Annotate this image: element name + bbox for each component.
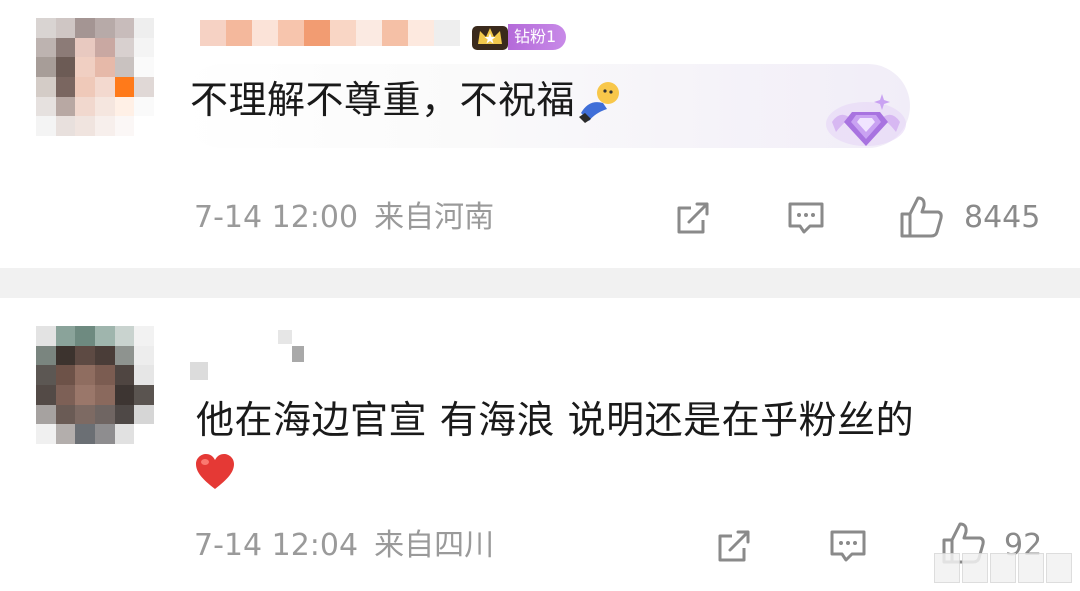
username[interactable] [190,330,304,380]
divider [0,268,1080,298]
watermark [934,553,1072,583]
comment-location: 来自河南 [374,200,495,235]
avatar[interactable] [36,326,154,444]
thumbs-up-icon[interactable] [898,194,946,240]
lying-down-emoji [579,81,620,123]
comment-meta: 7-14 12:04 来自四川 [194,526,494,566]
fan-level-badge[interactable]: 钻粉1 [508,24,567,50]
like-count: 8445 [964,200,1041,235]
comment-item: 他在海边官宣 有海浪 说明还是在乎粉丝的 7-14 12:04 来自四川 92 [0,298,1080,591]
share-icon[interactable] [673,198,713,238]
heart-emoji [196,454,234,489]
crown-badge-icon [472,26,508,50]
comment-item: 钻粉1 不理解不尊重，不祝福 7-14 12:00 来自河南 8445 [0,0,1080,268]
comment-text-content: 他在海边官宣 有海浪 说明还是在乎粉丝的 [196,398,915,442]
comment-location: 来自四川 [374,528,495,563]
username[interactable] [200,20,460,46]
comment-icon[interactable] [828,526,868,566]
comment-text: 不理解不尊重，不祝福 [190,74,623,127]
comment-meta: 7-14 12:00 来自河南 [194,198,494,238]
share-icon[interactable] [714,526,754,566]
avatar[interactable] [36,18,154,136]
comment-text-content: 不理解不尊重，不祝福 [190,78,576,122]
comment-icon[interactable] [786,198,826,238]
diamond-decoration-icon [826,94,906,146]
comment-time: 7-14 12:04 [194,528,359,563]
comment-text: 他在海边官宣 有海浪 说明还是在乎粉丝的 [196,394,1056,446]
comment-list: 钻粉1 不理解不尊重，不祝福 7-14 12:00 来自河南 8445 他在海边… [0,0,1080,591]
comment-time: 7-14 12:00 [194,200,359,235]
